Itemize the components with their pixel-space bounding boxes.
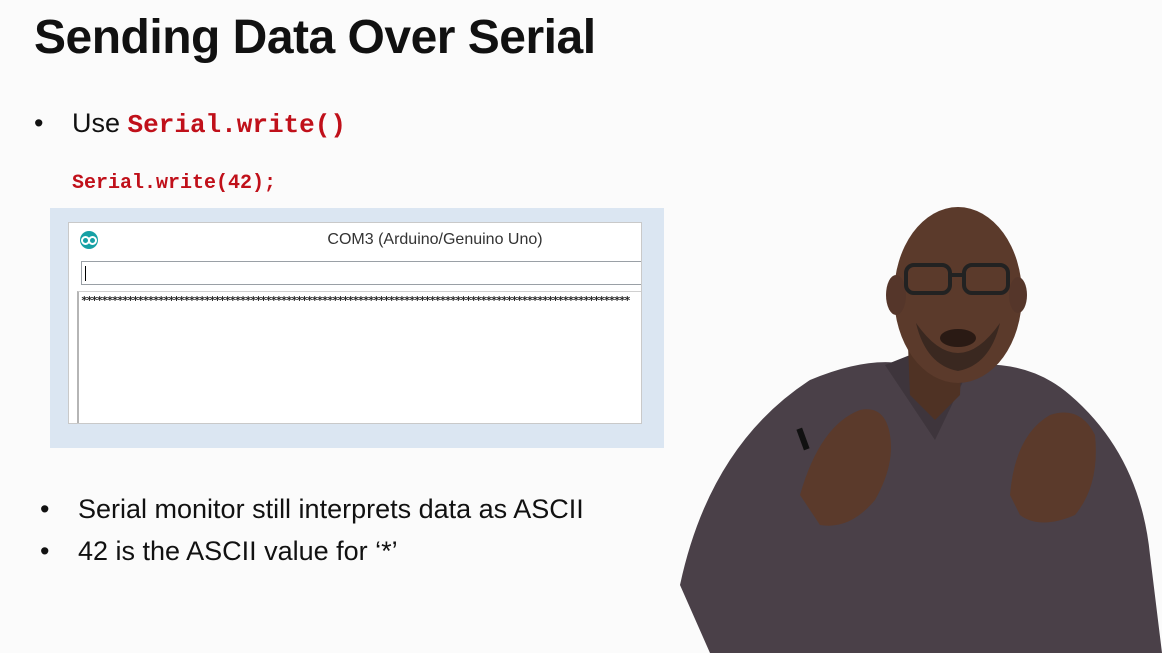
presenter-ear-left [886, 275, 906, 315]
bullet-dot: • [40, 494, 50, 524]
slide-title: Sending Data Over Serial [34, 11, 596, 64]
presenter-mouth [940, 329, 976, 347]
bullet-use-serial-write: • Use Serial.write() [34, 108, 346, 140]
code-example: Serial.write(42); [72, 172, 277, 195]
serial-monitor-window: COM3 (Arduino/Genuino Uno) *************… [68, 222, 642, 424]
serial-output-area[interactable]: ****************************************… [77, 291, 641, 423]
window-title: COM3 (Arduino/Genuino Uno) [327, 231, 543, 248]
presenter-ear-right [1009, 277, 1027, 313]
window-titlebar: COM3 (Arduino/Genuino Uno) [69, 223, 641, 257]
bullet-ascii-interpretation: • Serial monitor still interprets data as… [40, 494, 584, 525]
send-input[interactable] [81, 261, 641, 285]
bullet-ascii-value: • 42 is the ASCII value for ‘*’ [40, 536, 398, 567]
bullet-dot: • [40, 536, 50, 566]
bullet-text: Use [72, 108, 128, 138]
text-caret [85, 266, 86, 281]
bullet-text: Serial monitor still interprets data as … [78, 494, 584, 524]
presenter-video [680, 207, 1162, 653]
serial-output-text: ****************************************… [81, 294, 631, 307]
bullet-dot: • [34, 108, 44, 138]
inline-code: Serial.write() [127, 110, 346, 140]
bullet-text: 42 is the ASCII value for ‘*’ [78, 536, 398, 566]
